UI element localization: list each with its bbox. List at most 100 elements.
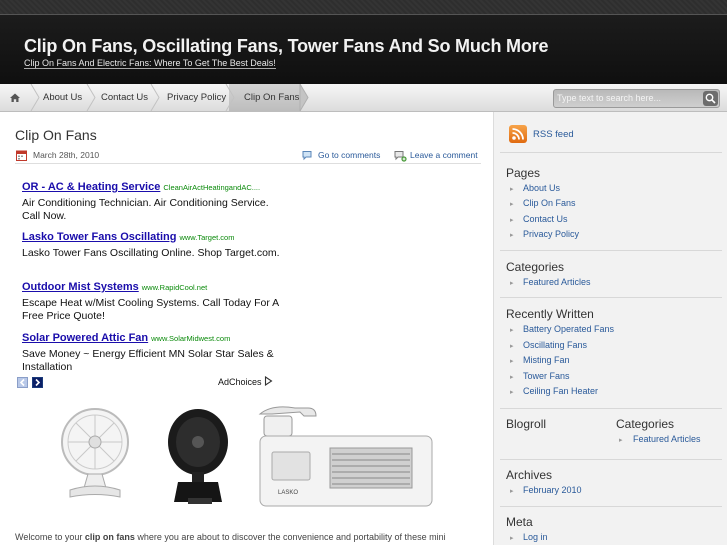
site-description: Clip On Fans And Electric Fans: Where To… xyxy=(24,58,276,69)
adchoices-label: AdChoices xyxy=(218,377,262,387)
search-button[interactable] xyxy=(703,91,718,106)
sidebar-page-privacy-policy[interactable]: Privacy Policy xyxy=(523,229,579,239)
search-input[interactable] xyxy=(557,91,697,105)
chevron-right-icon xyxy=(35,378,41,387)
ad-url[interactable]: CleanAirActHeatingandAC.... xyxy=(163,183,260,192)
categories-heading: Categories xyxy=(506,260,565,274)
intro-prefix: Welcome to your xyxy=(15,532,85,542)
ad-description: Escape Heat w/Mist Cooling Systems. Call… xyxy=(22,297,279,322)
divider xyxy=(500,506,722,507)
site-title[interactable]: Clip On Fans, Oscillating Fans, Tower Fa… xyxy=(24,36,548,57)
ad-prev-button[interactable] xyxy=(17,377,28,388)
ad-title[interactable]: Solar Powered Attic Fan xyxy=(22,332,148,344)
nav-separator xyxy=(86,84,96,111)
bullet-icon: ▸ xyxy=(510,327,514,334)
nav-separator xyxy=(225,84,235,111)
sidebar-page-contact-us[interactable]: Contact Us xyxy=(523,214,568,224)
bullet-icon: ▸ xyxy=(510,201,514,208)
sidebar-page-about-us[interactable]: About Us xyxy=(523,183,560,193)
search-box xyxy=(553,89,720,108)
home-icon xyxy=(10,93,20,102)
ad-title[interactable]: OR - AC & Heating Service xyxy=(22,181,160,193)
black-clip-fan-icon xyxy=(168,409,228,504)
nav-separator xyxy=(299,84,309,111)
ad-unit: Outdoor Mist Systems www.RapidCool.net Es… xyxy=(22,277,282,323)
calendar-icon xyxy=(16,150,27,161)
add-comment-icon xyxy=(394,151,407,162)
ad-unit: OR - AC & Heating Service CleanAirActHeat… xyxy=(22,177,282,223)
post-date: March 28th, 2010 xyxy=(33,150,100,160)
divider xyxy=(500,408,722,409)
heater-brand-label: LASKO xyxy=(278,490,298,496)
nav-privacy-policy[interactable]: Privacy Policy xyxy=(167,84,226,111)
adchoices-link[interactable]: AdChoices xyxy=(218,375,273,387)
divider xyxy=(500,297,722,298)
ad-url[interactable]: www.RapidCool.net xyxy=(142,283,207,292)
ad-unit: Solar Powered Attic Fan www.SolarMidwest.… xyxy=(22,328,282,374)
adchoices-icon xyxy=(264,375,273,387)
intro-keyword: clip on fans xyxy=(84,532,135,542)
rss-icon xyxy=(512,128,524,140)
sidebar-recent-post[interactable]: Misting Fan xyxy=(523,355,570,365)
sidebar-category-featured-articles[interactable]: Featured Articles xyxy=(523,277,591,287)
recently-written-heading: Recently Written xyxy=(506,307,594,321)
bullet-icon: ▸ xyxy=(510,535,514,542)
sidebar-page-clip-on-fans[interactable]: Clip On Fans xyxy=(523,198,576,208)
ad-next-button[interactable] xyxy=(32,377,43,388)
bullet-icon: ▸ xyxy=(510,280,514,287)
divider xyxy=(500,152,722,153)
nav-separator xyxy=(150,84,160,111)
nav-separator xyxy=(30,84,40,111)
search-icon xyxy=(705,93,716,104)
clip-on-fans-product-image: LASKO xyxy=(61,406,433,507)
sidebar-archive-link[interactable]: February 2010 xyxy=(523,485,582,495)
rss-feed-link[interactable]: RSS feed xyxy=(533,129,574,140)
nav-contact-us[interactable]: Contact Us xyxy=(101,84,148,111)
bullet-icon: ▸ xyxy=(510,232,514,239)
nav-home[interactable] xyxy=(0,84,30,111)
sidebar-recent-post[interactable]: Tower Fans xyxy=(523,371,570,381)
sidebar-category-featured-articles[interactable]: Featured Articles xyxy=(633,434,701,444)
bullet-icon: ▸ xyxy=(619,437,623,444)
ad-title[interactable]: Outdoor Mist Systems xyxy=(22,281,139,293)
go-to-comments-link[interactable]: Go to comments xyxy=(318,150,380,160)
meta-heading: Meta xyxy=(506,515,533,529)
post-meta: March 28th, 2010 Go to comments Leave a … xyxy=(15,147,481,164)
bullet-icon: ▸ xyxy=(510,358,514,365)
divider xyxy=(500,459,722,460)
sidebar: RSS feed Pages ▸ About Us ▸ Clip On Fans… xyxy=(493,112,727,545)
ad-description: Save Money ~ Energy Efficient MN Solar S… xyxy=(22,348,274,373)
ad-description: Air Conditioning Technician. Air Conditi… xyxy=(22,197,269,222)
ad-title[interactable]: Lasko Tower Fans Oscillating xyxy=(22,231,176,243)
leave-comment-link[interactable]: Leave a comment xyxy=(410,150,478,160)
post-title[interactable]: Clip On Fans xyxy=(15,127,97,143)
main-content: Clip On Fans March 28th, 2010 Go to comm… xyxy=(0,112,493,545)
bullet-icon: ▸ xyxy=(510,217,514,224)
intro-suffix: where you are about to discover the conv… xyxy=(134,532,446,542)
blogroll-heading: Blogroll xyxy=(506,417,547,431)
post-intro: Welcome to your clip on fans where you a… xyxy=(15,532,446,542)
nav-about-us[interactable]: About Us xyxy=(43,84,82,111)
chevron-left-icon xyxy=(19,378,25,387)
bullet-icon: ▸ xyxy=(510,488,514,495)
bullet-icon: ▸ xyxy=(510,186,514,193)
ad-description: Lasko Tower Fans Oscillating Online. Sho… xyxy=(22,247,280,259)
comments-icon xyxy=(302,151,312,161)
site-header: Clip On Fans, Oscillating Fans, Tower Fa… xyxy=(0,0,727,85)
rss-button[interactable] xyxy=(509,125,527,143)
archives-heading: Archives xyxy=(506,468,553,482)
sidebar-recent-post[interactable]: Oscillating Fans xyxy=(523,340,587,350)
pages-heading: Pages xyxy=(506,166,541,180)
bullet-icon: ▸ xyxy=(510,343,514,350)
bullet-icon: ▸ xyxy=(510,389,514,396)
nav-clip-on-fans[interactable]: Clip On Fans xyxy=(244,84,299,111)
sidebar-recent-post[interactable]: Battery Operated Fans xyxy=(523,324,614,334)
main-nav: About Us Contact Us Privacy Policy Clip … xyxy=(0,84,727,112)
divider xyxy=(500,250,722,251)
ad-url[interactable]: www.Target.com xyxy=(179,233,234,242)
sidebar-login-link[interactable]: Log in xyxy=(523,532,548,542)
sidebar-recent-post[interactable]: Ceiling Fan Heater xyxy=(523,386,598,396)
white-clip-fan-icon xyxy=(61,408,129,498)
bullet-icon: ▸ xyxy=(510,374,514,381)
ad-url[interactable]: www.SolarMidwest.com xyxy=(151,334,230,343)
